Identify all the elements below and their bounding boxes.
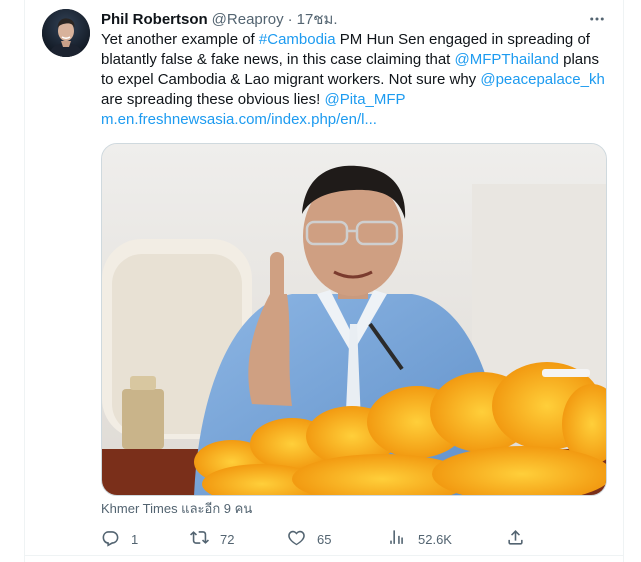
like-button[interactable]: 65 — [287, 527, 331, 551]
tweet-card[interactable]: Phil Robertson @Reaproy · 17ชม. Yet anot… — [25, 0, 623, 555]
share-button[interactable] — [506, 527, 525, 551]
tweet-timestamp[interactable]: 17ชม. — [297, 7, 338, 31]
author-handle[interactable]: @Reaproy — [212, 11, 284, 28]
tweet-text-part: Yet another example of — [101, 31, 259, 48]
retweet-icon — [190, 528, 209, 550]
mention-link[interactable]: @Pita_MFP — [324, 91, 405, 108]
more-options-icon[interactable] — [586, 9, 608, 29]
tagged-users[interactable]: Khmer Times และอีก 9 คน — [101, 501, 252, 517]
timeline-right-border — [623, 0, 624, 562]
reply-icon — [101, 528, 120, 550]
like-count: 65 — [317, 531, 332, 547]
views-chart-icon — [388, 528, 407, 550]
tweet-header: Phil Robertson @Reaproy · 17ชม. — [101, 9, 338, 29]
reply-button[interactable]: 1 — [101, 527, 138, 551]
share-icon — [506, 528, 525, 550]
heart-icon — [287, 528, 306, 550]
author-avatar[interactable] — [42, 9, 90, 57]
tweet-text-part: are spreading these obvious lies! — [101, 91, 325, 108]
header-separator: · — [287, 10, 293, 28]
reply-count: 1 — [131, 531, 139, 547]
mention-link[interactable]: @peacepalace_kh — [480, 71, 604, 88]
url-link[interactable]: m.en.freshnewsasia.com/index.php/en/l... — [101, 111, 377, 128]
hashtag-link[interactable]: #Cambodia — [259, 31, 336, 48]
author-display-name[interactable]: Phil Robertson — [101, 11, 208, 28]
tweet-actions: 1 72 65 52.6K — [101, 527, 531, 551]
retweet-button[interactable]: 72 — [190, 527, 234, 551]
views-count: 52.6K — [418, 531, 452, 547]
tweet-bottom-border — [24, 555, 624, 556]
mention-link[interactable]: @MFPThailand — [455, 51, 559, 68]
views-button[interactable]: 52.6K — [388, 527, 452, 551]
retweet-count: 72 — [220, 531, 235, 547]
tweet-photo[interactable] — [101, 143, 607, 496]
tweet-body-text: Yet another example of #Cambodia PM Hun … — [101, 30, 611, 130]
